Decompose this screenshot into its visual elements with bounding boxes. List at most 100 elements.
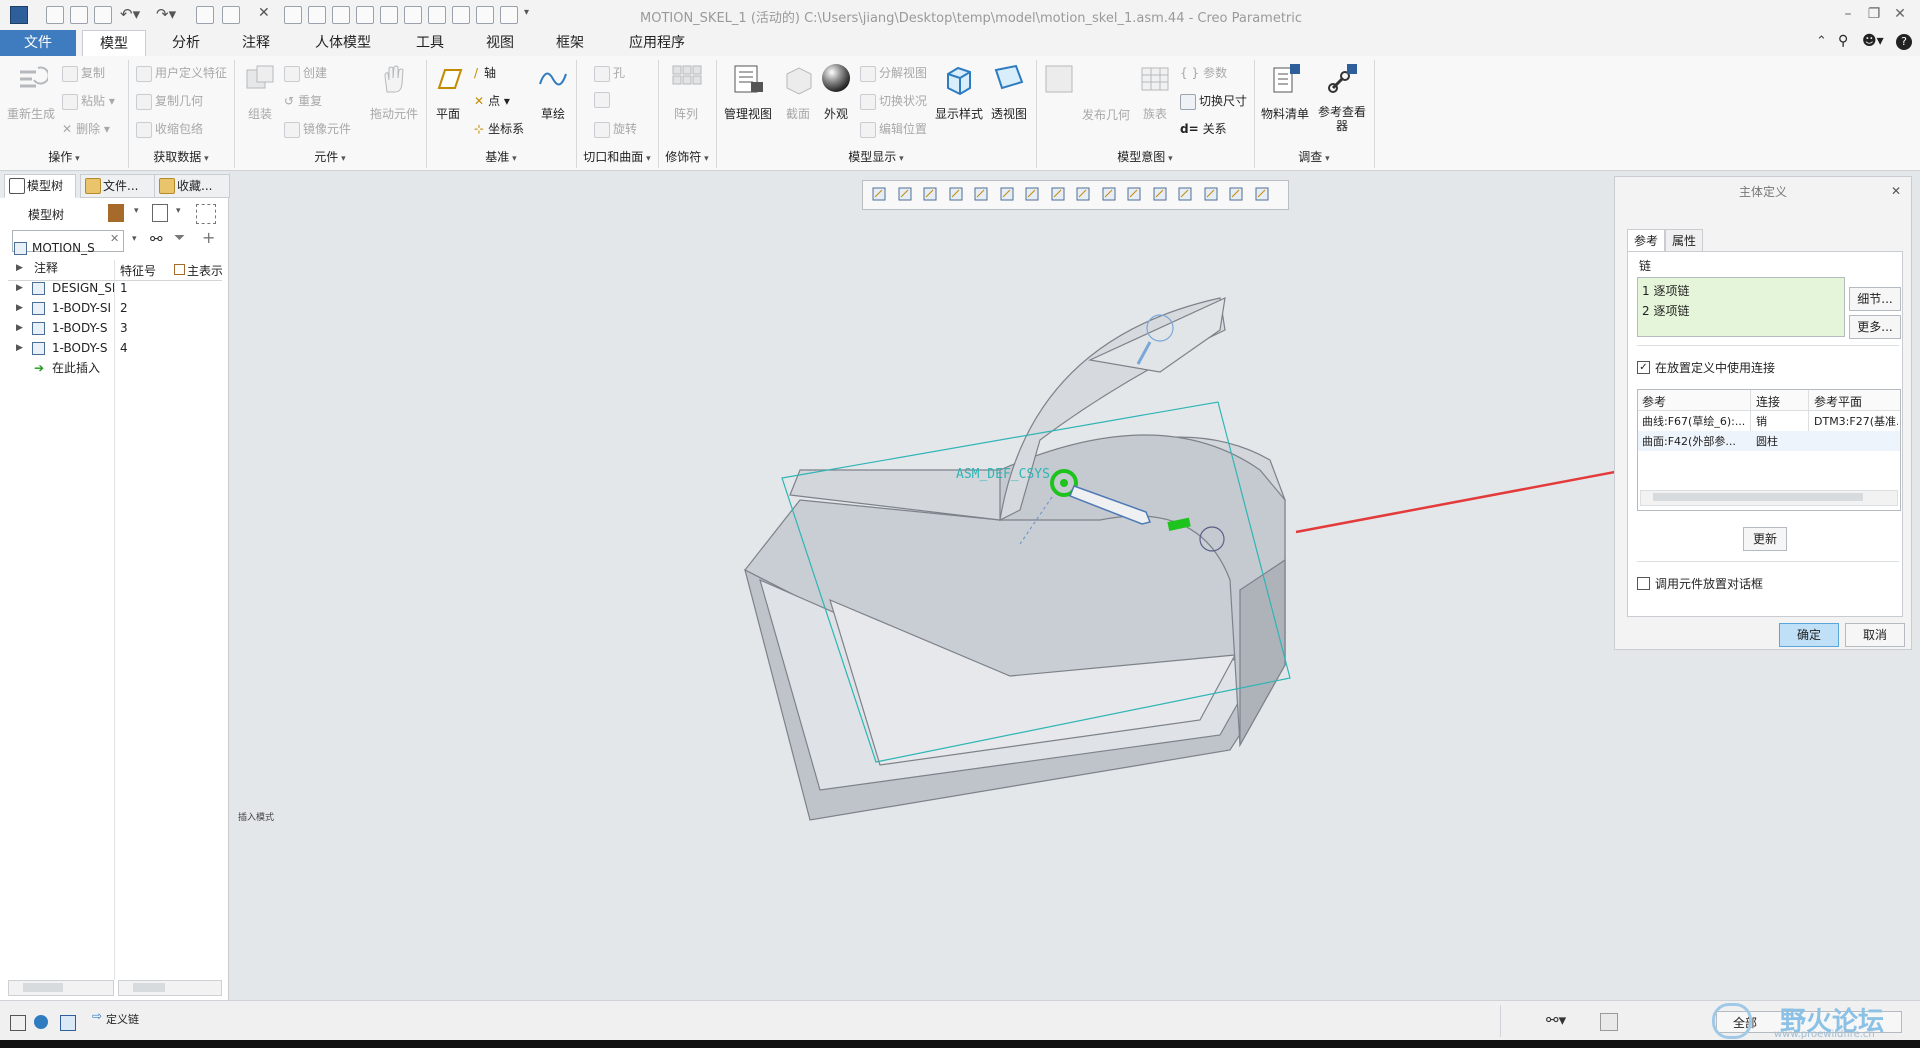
refit-icon[interactable] (871, 186, 887, 202)
tool-icon-8[interactable] (452, 6, 470, 24)
pattern-button[interactable]: 阵列 (664, 62, 708, 122)
tab-tools[interactable]: 工具 (400, 30, 460, 56)
sketch-button[interactable]: 草绘 (536, 62, 570, 122)
extrude-button[interactable] (594, 92, 613, 108)
annotation-display-icon[interactable] (1203, 186, 1219, 202)
tree-item[interactable]: MOTION_SKE (0, 238, 220, 258)
tree-item[interactable]: ▶ 注释 (0, 258, 220, 278)
tree-horizontal-scrollbar[interactable] (8, 980, 114, 996)
redo-icon[interactable]: ↷▾ (156, 5, 176, 23)
tool-icon-7[interactable] (428, 6, 446, 24)
revolve-button[interactable]: 旋转 (594, 120, 637, 138)
maximize-icon[interactable]: ❐ (1864, 4, 1884, 24)
tab-model-tree[interactable]: 模型树 (4, 174, 76, 198)
expand-caret-icon[interactable]: ▶ (16, 338, 23, 358)
tool-icon-2[interactable] (308, 6, 326, 24)
group-modifier-label[interactable]: 修饰符 (658, 148, 716, 166)
group-component-label[interactable]: 元件 (234, 148, 426, 166)
copy-geometry-button[interactable]: 复制几何 (136, 92, 203, 110)
expand-caret-icon[interactable]: ▶ (16, 258, 23, 278)
datum-plane-display-icon[interactable] (1101, 186, 1117, 202)
group-model-display-label[interactable]: 模型显示 (716, 148, 1036, 166)
tab-apps[interactable]: 应用程序 (610, 30, 704, 56)
app-icon[interactable] (10, 6, 28, 24)
publish-geometry-label-btn[interactable]: 发布几何 (1082, 106, 1130, 123)
close-window-icon[interactable]: ✕ (258, 5, 270, 21)
group-investigate-label[interactable]: 调查 (1254, 148, 1374, 166)
regenerate-button[interactable]: 重新生成 (6, 62, 56, 122)
tree-item[interactable]: ▶ DESIGN_SI 1 (0, 278, 220, 298)
display-style-button[interactable]: 显示样式 (934, 62, 984, 122)
drag-components-button[interactable]: 拖动元件 (368, 62, 420, 122)
tree-columns-dropdown-icon[interactable]: ▾ (176, 206, 181, 216)
repaint-icon[interactable] (948, 186, 964, 202)
col-reference[interactable]: 参考 (1642, 393, 1666, 410)
assemble-button[interactable]: 组装 (240, 62, 280, 122)
ribbon-collapse-icon[interactable]: ⌃ (1816, 34, 1827, 49)
appearance-button[interactable]: 外观 (818, 62, 854, 122)
expand-caret-icon[interactable]: ▶ (16, 318, 23, 338)
dialog-close-icon[interactable]: ✕ (1891, 184, 1901, 198)
expand-caret-icon[interactable]: ▶ (16, 298, 23, 318)
axis-button[interactable]: / 轴 (474, 64, 496, 81)
group-datum-label[interactable]: 基准 (426, 148, 576, 166)
spin-center-icon[interactable] (1075, 186, 1091, 202)
shrinkwrap-button[interactable]: 收缩包络 (136, 120, 203, 138)
regen-quick-icon[interactable] (196, 6, 214, 24)
tool-icon-10[interactable] (500, 6, 518, 24)
perspective-icon[interactable] (1050, 186, 1066, 202)
reference-viewer-button[interactable]: 参考查看器 (1314, 62, 1370, 133)
table-horizontal-scrollbar[interactable] (1640, 490, 1898, 506)
csys-display-icon[interactable] (1177, 186, 1193, 202)
tab-favorites[interactable]: 收藏... (154, 174, 230, 198)
tree-columns-icon[interactable] (152, 204, 168, 222)
group-model-intent-label[interactable]: 模型意图 (1036, 148, 1254, 166)
tool-icon-4[interactable] (356, 6, 374, 24)
tree-horizontal-scrollbar-2[interactable] (118, 980, 222, 996)
details-button[interactable]: 细节... (1849, 287, 1901, 311)
tab-model[interactable]: 模型 (82, 30, 146, 58)
tool-icon-5[interactable] (380, 6, 398, 24)
toggle-status-button[interactable]: 切换状况 (860, 92, 927, 110)
connections-table[interactable]: 参考 连接 参考平面 曲线:F67(草绘_6):... 销 DTM3:F27(基… (1637, 389, 1901, 511)
use-connections-checkbox[interactable]: ✓ (1637, 361, 1650, 374)
zoom-out-icon[interactable] (922, 186, 938, 202)
parameters-button[interactable]: { } 参数 (1180, 64, 1227, 81)
tab-manikin[interactable]: 人体模型 (298, 30, 388, 56)
close-icon[interactable]: ✕ (1890, 4, 1910, 24)
chain-item[interactable]: 1 逐项链 (1642, 282, 1689, 299)
view-manager-icon[interactable] (1024, 186, 1040, 202)
status-icon-1[interactable] (10, 1015, 26, 1031)
user-icon[interactable]: ☻▾ (1862, 33, 1884, 49)
tool-icon-6[interactable] (404, 6, 422, 24)
create-button[interactable]: 创建 (284, 64, 327, 82)
dialog-tab-properties[interactable]: 属性 (1665, 229, 1703, 253)
tree-settings-dropdown-icon[interactable]: ▾ (134, 206, 139, 216)
col-connection[interactable]: 连接 (1756, 393, 1780, 410)
component-dialog-checkbox[interactable] (1637, 577, 1650, 590)
update-button[interactable]: 更新 (1743, 527, 1787, 551)
dialog-tab-references[interactable]: 参考 (1627, 229, 1665, 252)
mechanism-display-icon[interactable] (1254, 186, 1270, 202)
mirror-component-button[interactable]: 镜像元件 (284, 120, 351, 138)
chain-item[interactable]: 2 逐项链 (1642, 302, 1689, 319)
more-button[interactable]: 更多... (1849, 315, 1901, 339)
display-style-icon[interactable] (973, 186, 989, 202)
status-icon-3[interactable] (60, 1015, 76, 1031)
group-operations-label[interactable]: 操作 (0, 148, 128, 166)
point-display-icon[interactable] (1152, 186, 1168, 202)
scroll-thumb[interactable] (133, 983, 165, 992)
tool-icon-9[interactable] (476, 6, 494, 24)
chain-list[interactable]: 1 逐项链 2 逐项链 (1637, 277, 1845, 337)
section-button[interactable]: 截面 (780, 62, 816, 122)
point-button[interactable]: ✕ 点 ▾ (474, 92, 510, 109)
edit-position-button[interactable]: 编辑位置 (860, 120, 927, 138)
tree-item[interactable]: ➔ 在此插入 (0, 358, 220, 378)
window-icon[interactable] (222, 6, 240, 24)
tab-framework[interactable]: 框架 (540, 30, 600, 56)
search-icon[interactable]: ⚲ (1838, 33, 1848, 49)
tool-icon-1[interactable] (284, 6, 302, 24)
minimize-icon[interactable]: – (1838, 4, 1858, 24)
tool-icon-3[interactable] (332, 6, 350, 24)
tree-settings-icon[interactable] (108, 204, 124, 222)
